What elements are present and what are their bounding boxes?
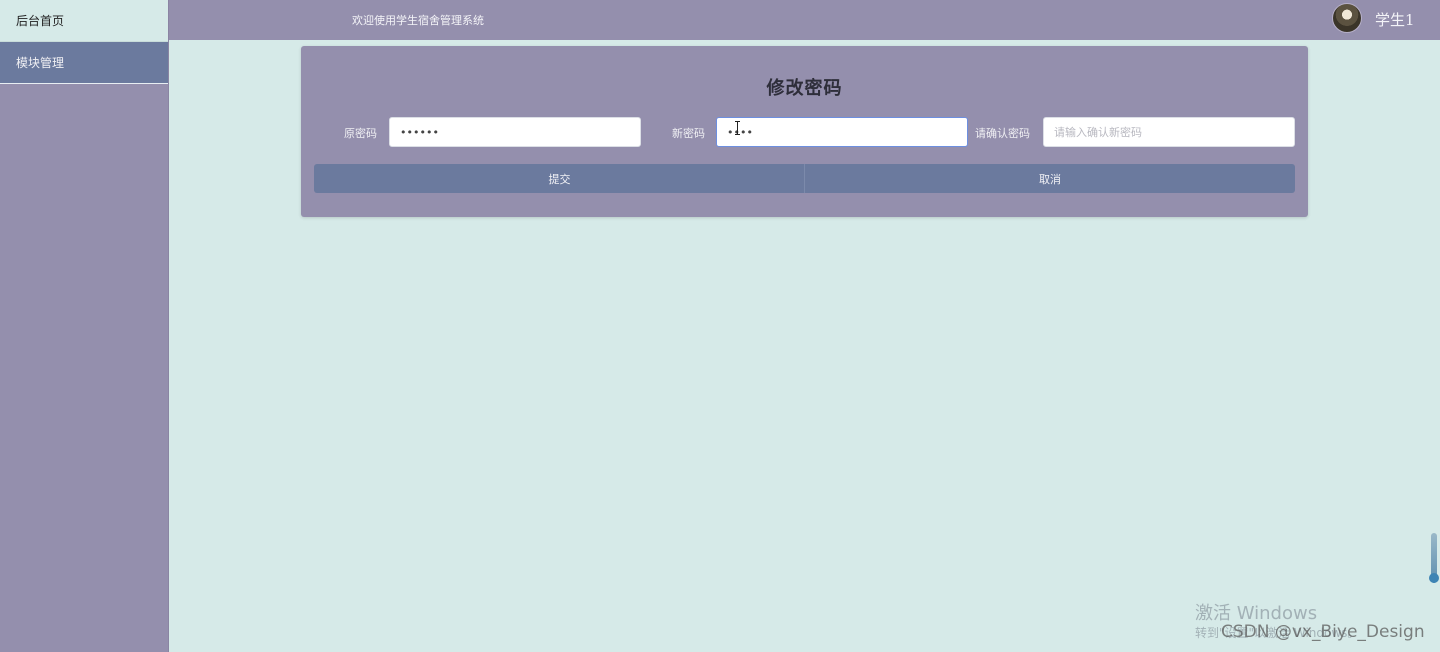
old-password-label: 原密码 <box>344 127 377 140</box>
top-header: 欢迎使用学生宿舍管理系统 学生1 <box>169 0 1440 40</box>
sidebar-item-label: 模块管理 <box>16 56 65 70</box>
sidebar-item-label: 后台首页 <box>16 14 65 28</box>
new-password-input[interactable] <box>716 117 968 147</box>
change-password-card: 修改密码 原密码 新密码 请确认密码 提交 取消 <box>301 46 1308 217</box>
page-title: 修改密码 <box>766 78 843 99</box>
sidebar: 后台首页 模块管理 <box>0 0 169 652</box>
submit-button[interactable]: 提交 <box>314 164 805 193</box>
cancel-button[interactable]: 取消 <box>804 164 1295 193</box>
text-cursor-icon <box>735 121 742 135</box>
sidebar-item-home[interactable]: 后台首页 <box>0 0 168 42</box>
sidebar-item-module-management[interactable]: 模块管理 <box>0 42 168 84</box>
avatar[interactable] <box>1332 3 1362 33</box>
confirm-password-label: 请确认密码 <box>975 127 1030 140</box>
csdn-watermark: CSDN @vx_Biye_Design <box>1221 622 1425 642</box>
username-label[interactable]: 学生1 <box>1375 9 1415 30</box>
new-password-label: 新密码 <box>672 127 705 140</box>
welcome-text: 欢迎使用学生宿舍管理系统 <box>352 14 484 27</box>
old-password-input[interactable] <box>389 117 641 147</box>
confirm-password-input[interactable] <box>1043 117 1295 147</box>
scroll-knob-icon[interactable] <box>1429 573 1439 583</box>
